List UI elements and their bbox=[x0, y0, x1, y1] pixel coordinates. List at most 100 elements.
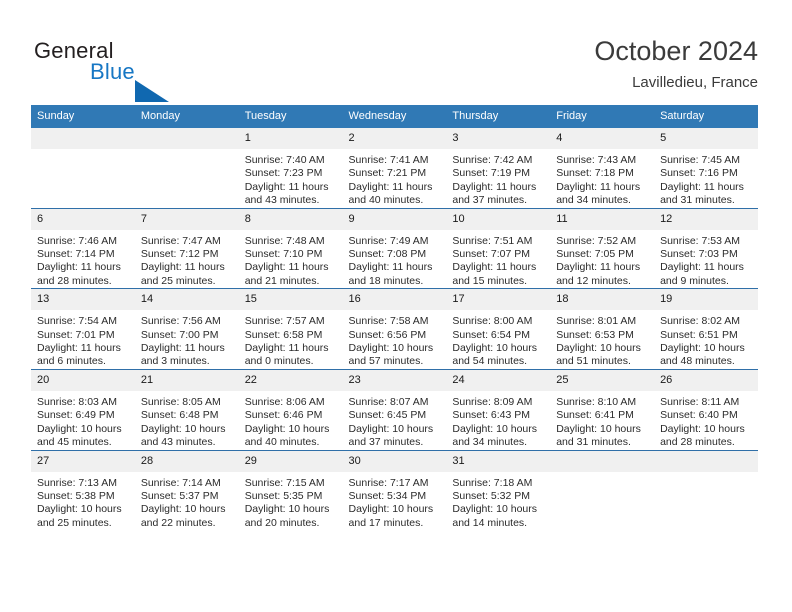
sunset-text: Sunset: 7:14 PM bbox=[37, 248, 115, 261]
sunrise-text: Sunrise: 7:51 AM bbox=[452, 234, 533, 247]
day-details: Sunrise: 8:11 AM Sunset: 6:40 PM Dayligh… bbox=[654, 391, 758, 450]
calendar-day-cell bbox=[550, 449, 655, 531]
calendar-day-cell[interactable]: 10 Sunrise: 7:51 AM Sunset: 7:07 PM Dayl… bbox=[446, 207, 551, 289]
day-details: Sunrise: 7:14 AM Sunset: 5:37 PM Dayligh… bbox=[135, 472, 239, 531]
daylight-text: Daylight: 11 hours and 34 minutes. bbox=[556, 180, 641, 207]
calendar-day-cell[interactable]: 6 Sunrise: 7:46 AM Sunset: 7:14 PM Dayli… bbox=[31, 207, 135, 289]
sunrise-text: Sunrise: 8:00 AM bbox=[452, 315, 533, 328]
calendar-day-cell[interactable]: 7 Sunrise: 7:47 AM Sunset: 7:12 PM Dayli… bbox=[134, 207, 239, 289]
calendar-day-cell[interactable]: 19 Sunrise: 8:02 AM Sunset: 6:51 PM Dayl… bbox=[654, 288, 758, 370]
day-number: 27 bbox=[31, 450, 135, 472]
logo-text-blue: Blue bbox=[90, 59, 135, 84]
calendar-day-cell[interactable]: 12 Sunrise: 7:53 AM Sunset: 7:03 PM Dayl… bbox=[654, 207, 758, 289]
daylight-text: Daylight: 11 hours and 28 minutes. bbox=[37, 261, 121, 287]
general-blue-logo[interactable]: General Blue bbox=[34, 38, 214, 102]
calendar-day-cell[interactable]: 4 Sunrise: 7:43 AM Sunset: 7:18 PM Dayli… bbox=[550, 128, 655, 209]
day-details: Sunrise: 7:43 AM Sunset: 7:18 PM Dayligh… bbox=[550, 149, 654, 208]
sunrise-text: Sunrise: 7:57 AM bbox=[244, 315, 325, 328]
sunset-text: Sunset: 5:38 PM bbox=[37, 489, 115, 502]
weekday-header-tuesday: Tuesday bbox=[238, 105, 343, 128]
sunrise-text: Sunrise: 7:52 AM bbox=[556, 234, 637, 247]
day-number: 20 bbox=[31, 369, 135, 391]
sunrise-text: Sunrise: 7:18 AM bbox=[452, 476, 533, 489]
day-details: Sunrise: 8:01 AM Sunset: 6:53 PM Dayligh… bbox=[550, 310, 654, 369]
calendar-day-cell[interactable]: 24 Sunrise: 8:09 AM Sunset: 6:43 PM Dayl… bbox=[446, 368, 551, 450]
sunset-text: Sunset: 6:46 PM bbox=[244, 409, 323, 422]
sunrise-text: Sunrise: 7:56 AM bbox=[140, 315, 221, 328]
day-number: 3 bbox=[446, 128, 551, 149]
sunrise-text: Sunrise: 8:05 AM bbox=[140, 395, 221, 408]
day-number: 16 bbox=[342, 289, 447, 311]
sunset-text: Sunset: 7:08 PM bbox=[348, 248, 427, 261]
weekday-header-friday: Friday bbox=[550, 105, 655, 128]
weekday-header-saturday: Saturday bbox=[654, 105, 758, 128]
sunset-text: Sunset: 7:12 PM bbox=[140, 248, 219, 261]
sunset-text: Sunset: 5:35 PM bbox=[244, 489, 323, 502]
calendar-day-cell[interactable]: 18 Sunrise: 8:01 AM Sunset: 6:53 PM Dayl… bbox=[550, 288, 655, 370]
calendar-day-cell[interactable]: 16 Sunrise: 7:58 AM Sunset: 6:56 PM Dayl… bbox=[342, 288, 447, 370]
day-details: Sunrise: 7:58 AM Sunset: 6:56 PM Dayligh… bbox=[343, 310, 447, 369]
calendar-day-cell[interactable]: 29 Sunrise: 7:15 AM Sunset: 5:35 PM Dayl… bbox=[238, 449, 343, 531]
day-number: 22 bbox=[238, 369, 343, 391]
page-title: October 2024 bbox=[594, 36, 758, 66]
sunset-text: Sunset: 7:18 PM bbox=[556, 167, 634, 180]
calendar-day-cell[interactable]: 17 Sunrise: 8:00 AM Sunset: 6:54 PM Dayl… bbox=[446, 288, 551, 370]
calendar-day-cell bbox=[31, 128, 135, 209]
calendar-day-cell[interactable]: 20 Sunrise: 8:03 AM Sunset: 6:49 PM Dayl… bbox=[31, 368, 135, 450]
calendar-day-cell[interactable]: 25 Sunrise: 8:10 AM Sunset: 6:41 PM Dayl… bbox=[550, 368, 655, 450]
day-details: Sunrise: 8:10 AM Sunset: 6:41 PM Dayligh… bbox=[550, 391, 654, 450]
sunset-text: Sunset: 7:19 PM bbox=[452, 167, 531, 180]
calendar-day-cell[interactable]: 31 Sunrise: 7:18 AM Sunset: 5:32 PM Dayl… bbox=[446, 449, 551, 531]
calendar-day-cell[interactable]: 30 Sunrise: 7:17 AM Sunset: 5:34 PM Dayl… bbox=[342, 449, 447, 531]
sunrise-text: Sunrise: 7:53 AM bbox=[660, 234, 741, 247]
sunrise-text: Sunrise: 8:01 AM bbox=[556, 315, 637, 328]
sunrise-text: Sunrise: 8:09 AM bbox=[452, 395, 533, 408]
calendar-day-cell[interactable]: 15 Sunrise: 7:57 AM Sunset: 6:58 PM Dayl… bbox=[238, 288, 343, 370]
day-details: Sunrise: 7:48 AM Sunset: 7:10 PM Dayligh… bbox=[239, 230, 343, 289]
sunset-text: Sunset: 7:16 PM bbox=[660, 167, 738, 180]
sunset-text: Sunset: 6:53 PM bbox=[556, 328, 634, 341]
sunset-text: Sunset: 6:58 PM bbox=[244, 328, 323, 341]
sunset-text: Sunset: 7:01 PM bbox=[37, 328, 115, 341]
calendar-day-cell[interactable]: 13 Sunrise: 7:54 AM Sunset: 7:01 PM Dayl… bbox=[31, 288, 135, 370]
day-details: Sunrise: 7:42 AM Sunset: 7:19 PM Dayligh… bbox=[446, 149, 550, 208]
day-number: 31 bbox=[446, 450, 551, 472]
sunrise-text: Sunrise: 7:58 AM bbox=[348, 315, 429, 328]
calendar-day-cell[interactable]: 21 Sunrise: 8:05 AM Sunset: 6:48 PM Dayl… bbox=[134, 368, 239, 450]
page-header: General Blue October 2024 Lavilledieu, F… bbox=[0, 0, 792, 102]
day-details: Sunrise: 7:17 AM Sunset: 5:34 PM Dayligh… bbox=[343, 472, 447, 531]
calendar-day-cell[interactable]: 26 Sunrise: 8:11 AM Sunset: 6:40 PM Dayl… bbox=[654, 368, 758, 450]
sunset-text: Sunset: 7:00 PM bbox=[140, 328, 219, 341]
day-number bbox=[654, 450, 758, 472]
day-number: 21 bbox=[134, 369, 239, 391]
calendar-day-cell[interactable]: 28 Sunrise: 7:14 AM Sunset: 5:37 PM Dayl… bbox=[134, 449, 239, 531]
sunset-text: Sunset: 7:23 PM bbox=[244, 167, 323, 180]
calendar-day-cell[interactable]: 8 Sunrise: 7:48 AM Sunset: 7:10 PM Dayli… bbox=[238, 207, 343, 289]
day-details: Sunrise: 7:49 AM Sunset: 7:08 PM Dayligh… bbox=[343, 230, 447, 289]
calendar-day-cell bbox=[654, 449, 758, 531]
day-number: 6 bbox=[31, 208, 135, 230]
sunset-text: Sunset: 7:21 PM bbox=[348, 167, 427, 180]
day-details: Sunrise: 7:56 AM Sunset: 7:00 PM Dayligh… bbox=[135, 310, 239, 369]
daylight-text: Daylight: 11 hours and 25 minutes. bbox=[140, 261, 225, 287]
calendar-week-row: 27 Sunrise: 7:13 AM Sunset: 5:38 PM Dayl… bbox=[31, 449, 758, 531]
sunrise-text: Sunrise: 7:49 AM bbox=[348, 234, 429, 247]
calendar-week-row: 20 Sunrise: 8:03 AM Sunset: 6:49 PM Dayl… bbox=[31, 368, 758, 450]
daylight-text: Daylight: 10 hours and 37 minutes. bbox=[348, 422, 434, 449]
calendar-day-cell[interactable]: 2 Sunrise: 7:41 AM Sunset: 7:21 PM Dayli… bbox=[342, 128, 447, 209]
calendar-day-cell[interactable]: 11 Sunrise: 7:52 AM Sunset: 7:05 PM Dayl… bbox=[550, 207, 655, 289]
calendar-day-cell[interactable]: 14 Sunrise: 7:56 AM Sunset: 7:00 PM Dayl… bbox=[134, 288, 239, 370]
calendar-day-cell[interactable]: 23 Sunrise: 8:07 AM Sunset: 6:45 PM Dayl… bbox=[342, 368, 447, 450]
calendar-day-cell[interactable]: 27 Sunrise: 7:13 AM Sunset: 5:38 PM Dayl… bbox=[31, 449, 135, 531]
calendar-day-cell[interactable]: 9 Sunrise: 7:49 AM Sunset: 7:08 PM Dayli… bbox=[342, 207, 447, 289]
calendar-day-cell[interactable]: 5 Sunrise: 7:45 AM Sunset: 7:16 PM Dayli… bbox=[654, 128, 758, 209]
calendar-day-cell[interactable]: 1 Sunrise: 7:40 AM Sunset: 7:23 PM Dayli… bbox=[238, 128, 343, 209]
day-details: Sunrise: 7:54 AM Sunset: 7:01 PM Dayligh… bbox=[31, 310, 135, 369]
calendar-day-cell[interactable]: 22 Sunrise: 8:06 AM Sunset: 6:46 PM Dayl… bbox=[238, 368, 343, 450]
daylight-text: Daylight: 10 hours and 34 minutes. bbox=[452, 422, 538, 449]
calendar-day-cell[interactable]: 3 Sunrise: 7:42 AM Sunset: 7:19 PM Dayli… bbox=[446, 128, 551, 209]
page-subtitle: Lavilledieu, France bbox=[632, 74, 758, 91]
sunrise-text: Sunrise: 7:54 AM bbox=[37, 315, 117, 328]
sunrise-text: Sunrise: 8:02 AM bbox=[660, 315, 741, 328]
weekday-header-wednesday: Wednesday bbox=[342, 105, 447, 128]
